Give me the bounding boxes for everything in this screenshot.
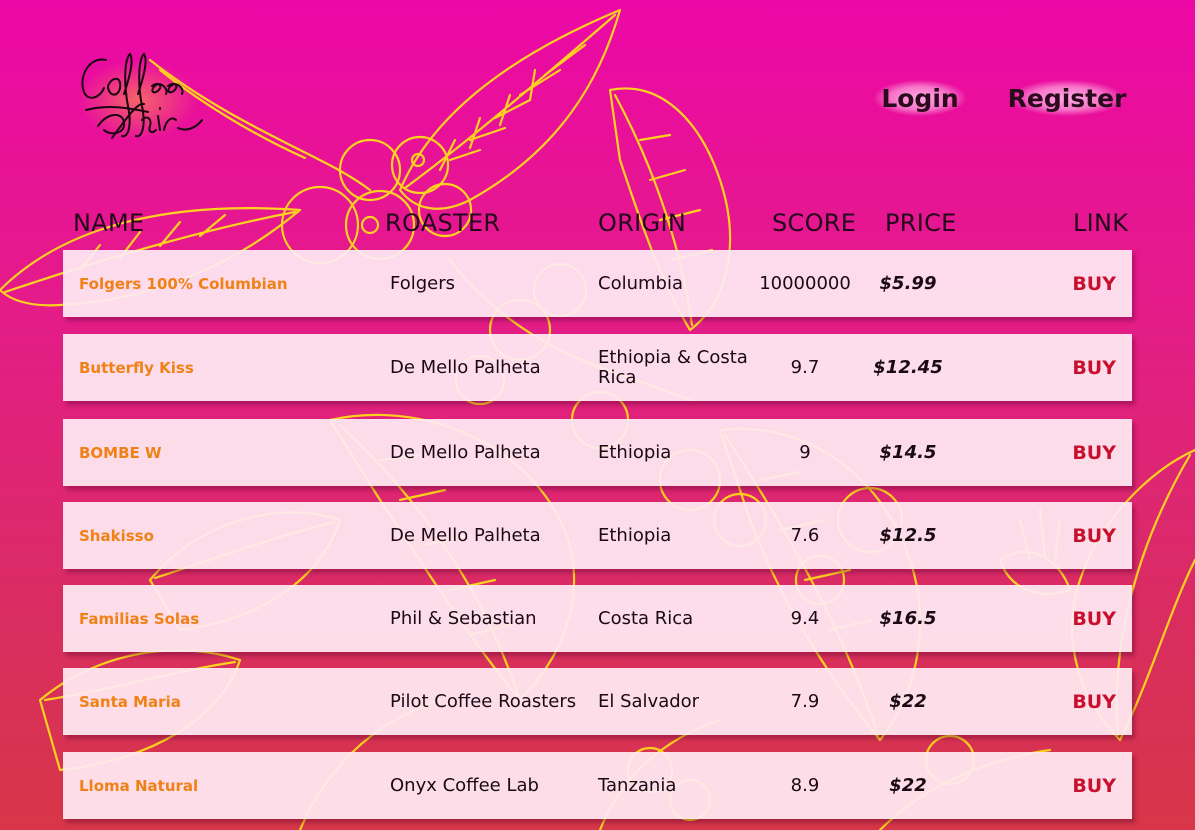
origin: Ethiopia & Costa Rica [598, 346, 748, 388]
score: 9.7 [790, 357, 820, 378]
price: $5.99 [879, 273, 937, 294]
score: 10000000 [759, 273, 851, 294]
score: 9 [799, 442, 811, 463]
coffee-name: BOMBE W [79, 443, 162, 462]
coffee-name: Butterfly Kiss [79, 358, 194, 377]
price: $12.45 [873, 357, 943, 378]
column-header-price: PRICE [885, 209, 957, 237]
origin: Tanzania [598, 774, 677, 796]
roaster-name: Pilot Coffee Roasters [390, 691, 577, 712]
buy-link[interactable]: BUY [1056, 419, 1116, 486]
column-header-roaster: ROASTER [385, 209, 501, 237]
origin: Columbia [598, 272, 683, 294]
score: 7.9 [790, 691, 820, 712]
coffee-name: Shakisso [79, 526, 154, 545]
table-row: Santa Maria Pilot Coffee Roasters El Sal… [63, 668, 1132, 735]
price: $16.5 [879, 608, 937, 629]
coffee-name: Lloma Natural [79, 776, 199, 795]
origin: El Salvador [598, 690, 700, 712]
score: 8.9 [790, 775, 820, 796]
buy-link[interactable]: BUY [1056, 585, 1116, 652]
logo-script-icon [81, 52, 203, 139]
coffee-name: Santa Maria [79, 692, 181, 711]
roaster-name: De Mello Palheta [390, 357, 541, 378]
buy-link[interactable]: BUY [1056, 502, 1116, 569]
score: 9.4 [790, 608, 820, 629]
coffee-name: Folgers 100% Columbian [79, 274, 288, 293]
buy-link[interactable]: BUY [1056, 334, 1116, 401]
column-header-name: NAME [73, 209, 145, 237]
table-row: BOMBE W De Mello Palheta Ethiopia 9 $14.… [63, 419, 1132, 486]
column-header-origin: ORIGIN [598, 209, 687, 237]
score: 7.6 [790, 525, 820, 546]
buy-link[interactable]: BUY [1056, 752, 1116, 819]
roaster-name: De Mello Palheta [390, 525, 541, 546]
table-row: Lloma Natural Onyx Coffee Lab Tanzania 8… [63, 752, 1132, 819]
origin: Ethiopia [598, 524, 672, 546]
roaster-name: Onyx Coffee Lab [390, 775, 539, 796]
roaster-name: De Mello Palheta [390, 442, 541, 463]
table-row: Butterfly Kiss De Mello Palheta Ethiopia… [63, 334, 1132, 401]
table-row: Folgers 100% Columbian Folgers Columbia … [63, 250, 1132, 317]
buy-link[interactable]: BUY [1056, 668, 1116, 735]
table-row: Shakisso De Mello Palheta Ethiopia 7.6 $… [63, 502, 1132, 569]
login-button[interactable]: Login [874, 80, 966, 116]
coffee-addict-logo[interactable] [68, 46, 210, 150]
roaster-name: Folgers [390, 273, 456, 294]
origin: Costa Rica [598, 607, 694, 629]
roaster-name: Phil & Sebastian [390, 608, 537, 629]
column-header-score: SCORE [772, 209, 857, 237]
table-row: Familias Solas Phil & Sebastian Costa Ri… [63, 585, 1132, 652]
register-button[interactable]: Register [1008, 80, 1126, 116]
price: $14.5 [879, 442, 937, 463]
column-header-link: LINK [1073, 209, 1129, 237]
price: $22 [889, 691, 927, 712]
price: $12.5 [879, 525, 937, 546]
buy-link[interactable]: BUY [1056, 250, 1116, 317]
origin: Ethiopia [598, 441, 672, 463]
price: $22 [889, 775, 927, 796]
coffee-name: Familias Solas [79, 609, 200, 628]
